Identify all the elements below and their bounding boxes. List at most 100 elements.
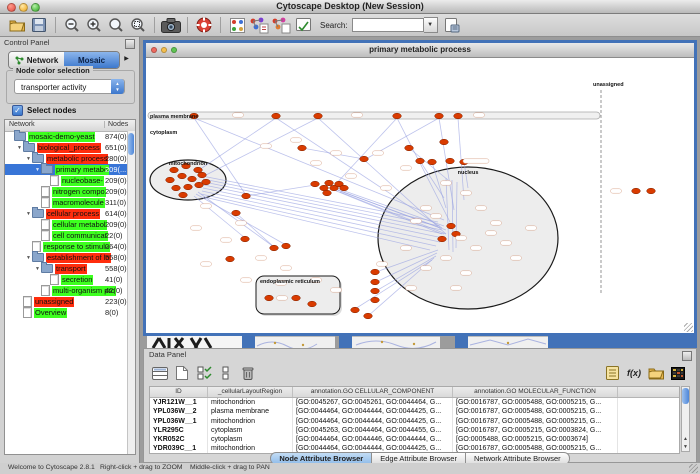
network-graph[interactable]: plasma membranecytoplasmmitochondrionnuc… bbox=[146, 58, 694, 333]
node-label-pill[interactable] bbox=[401, 166, 412, 170]
graph-node[interactable] bbox=[632, 188, 641, 194]
graph-node[interactable] bbox=[202, 179, 211, 185]
graph-node[interactable] bbox=[435, 113, 444, 119]
graph-node[interactable] bbox=[241, 236, 250, 242]
graph-node[interactable] bbox=[340, 185, 349, 191]
node-label-pill[interactable] bbox=[421, 206, 432, 210]
tab-overflow-button[interactable]: ▶ bbox=[121, 53, 132, 65]
tree-row[interactable]: cellular metabol209(0) bbox=[5, 219, 135, 230]
graph-node[interactable] bbox=[178, 173, 187, 179]
delete-attribute-icon[interactable] bbox=[238, 364, 258, 382]
scroll-up-icon[interactable]: ▲ bbox=[682, 436, 689, 443]
node-label-pill[interactable] bbox=[331, 288, 342, 292]
graph-node[interactable] bbox=[172, 185, 181, 191]
node-label-pill[interactable] bbox=[431, 214, 442, 218]
expander-icon[interactable]: ▼ bbox=[16, 145, 23, 151]
help-lifering-icon[interactable] bbox=[193, 15, 215, 35]
node-label-pill[interactable] bbox=[221, 238, 232, 242]
graph-node[interactable] bbox=[447, 223, 456, 229]
node-label-pill[interactable] bbox=[526, 226, 537, 230]
network-window-titlebar[interactable]: primary metabolic process bbox=[146, 43, 694, 58]
graph-node[interactable] bbox=[226, 256, 235, 262]
graph-node[interactable] bbox=[440, 139, 449, 145]
tab-network-attribute-browser[interactable]: Network Attribute Browser bbox=[466, 452, 570, 463]
node-label-pill[interactable] bbox=[456, 236, 467, 240]
select-attributes-icon[interactable] bbox=[150, 364, 170, 382]
minimize-window-button[interactable] bbox=[19, 3, 28, 12]
node-label-pill[interactable] bbox=[256, 256, 267, 260]
node-label-pill[interactable] bbox=[352, 113, 363, 117]
graph-node[interactable] bbox=[446, 158, 455, 164]
tree-row[interactable]: ▼establishment of lo558(0) bbox=[5, 252, 135, 263]
close-window-button[interactable] bbox=[7, 3, 16, 12]
tree-row[interactable]: unassigned223(0) bbox=[5, 296, 135, 307]
graph-node[interactable] bbox=[292, 295, 301, 301]
table-row[interactable]: YJR121W__1mitochondrion[GO:0045267, GO:0… bbox=[150, 398, 679, 407]
search-input[interactable] bbox=[352, 18, 424, 32]
tree-row[interactable]: secretion41(0) bbox=[5, 274, 135, 285]
graph-node[interactable] bbox=[179, 192, 188, 198]
graph-node[interactable] bbox=[188, 176, 197, 182]
attribute-table-header[interactable]: ID_cellularLayoutRegionannotation.GO CEL… bbox=[150, 387, 679, 398]
graph-node[interactable] bbox=[184, 184, 193, 190]
edge[interactable] bbox=[334, 118, 397, 186]
node-label-pill[interactable] bbox=[233, 113, 244, 117]
expander-icon[interactable]: ▼ bbox=[25, 156, 32, 162]
annotation-document-icon[interactable] bbox=[292, 15, 314, 35]
attribute-editor-icon[interactable] bbox=[602, 364, 622, 382]
node-label-pill[interactable] bbox=[474, 113, 485, 117]
graph-node[interactable] bbox=[371, 297, 380, 303]
column-header[interactable]: annotation.GO MOLECULAR_FUNCTION bbox=[453, 387, 618, 397]
tree-scrollbar[interactable] bbox=[127, 131, 135, 454]
zoom-in-icon[interactable] bbox=[83, 15, 105, 35]
graph-node[interactable] bbox=[454, 113, 463, 119]
network-canvas[interactable]: plasma membranecytoplasmmitochondrionnuc… bbox=[146, 58, 694, 333]
tab-edge-attribute-browser[interactable]: Edge Attribute Browser bbox=[372, 452, 466, 463]
graph-node[interactable] bbox=[308, 301, 317, 307]
graph-node[interactable] bbox=[351, 307, 360, 313]
expander-icon[interactable]: ▼ bbox=[34, 266, 41, 272]
node-label-pill[interactable] bbox=[491, 221, 502, 225]
expander-icon[interactable]: ▼ bbox=[34, 167, 41, 173]
node-color-dropdown[interactable]: transporter activity ▲▼ bbox=[14, 79, 125, 94]
graph-node[interactable] bbox=[393, 113, 402, 119]
open-file-icon[interactable] bbox=[6, 15, 28, 35]
tree-scrollbar-thumb[interactable] bbox=[128, 133, 134, 155]
column-header[interactable]: annotation.GO CELLULAR_COMPONENT bbox=[293, 387, 453, 397]
node-label-pill[interactable] bbox=[201, 262, 212, 266]
network-view-window[interactable]: primary metabolic process plasma membran… bbox=[143, 40, 697, 336]
graph-node[interactable] bbox=[314, 113, 323, 119]
graph-node[interactable] bbox=[325, 180, 334, 186]
node-label-pill[interactable] bbox=[471, 246, 482, 250]
graph-node[interactable] bbox=[232, 210, 241, 216]
node-label-pill[interactable] bbox=[611, 189, 622, 193]
graph-node[interactable] bbox=[198, 172, 207, 178]
graph-node[interactable] bbox=[265, 295, 274, 301]
import-attributes-icon[interactable] bbox=[646, 364, 666, 382]
node-label-pill[interactable] bbox=[511, 256, 522, 260]
overview-grid-icon[interactable] bbox=[226, 15, 248, 35]
graph-node[interactable] bbox=[371, 279, 380, 285]
merge-networks-icon[interactable] bbox=[248, 15, 270, 35]
node-label-pill[interactable] bbox=[373, 151, 384, 155]
minimize-view-button[interactable] bbox=[161, 47, 167, 53]
select-nodes-checkbox[interactable]: ✓ bbox=[12, 105, 23, 116]
node-label-pill[interactable] bbox=[381, 186, 392, 190]
node-label-pill[interactable] bbox=[441, 181, 452, 185]
snapshot-camera-icon[interactable] bbox=[160, 15, 182, 35]
scroll-down-icon[interactable]: ▼ bbox=[682, 444, 689, 451]
expander-icon[interactable]: ▼ bbox=[25, 255, 32, 261]
graph-node[interactable] bbox=[323, 190, 332, 196]
tree-row[interactable]: Overview8(0) bbox=[5, 307, 135, 318]
node-label-pill[interactable] bbox=[411, 219, 422, 223]
node-label-pill[interactable] bbox=[401, 246, 412, 250]
node-label-pill[interactable] bbox=[486, 231, 497, 235]
node-label-pill[interactable] bbox=[277, 296, 288, 300]
node-label-pill[interactable] bbox=[331, 151, 342, 155]
graph-node[interactable] bbox=[298, 145, 307, 151]
tree-row[interactable]: nitrogen compo209(0) bbox=[5, 186, 135, 197]
table-row[interactable]: YKR052Ccytoplasm[GO:0044464, GO:0044446,… bbox=[150, 435, 679, 444]
close-view-button[interactable] bbox=[151, 47, 157, 53]
node-label-pill[interactable] bbox=[463, 159, 489, 163]
graph-node[interactable] bbox=[242, 193, 251, 199]
